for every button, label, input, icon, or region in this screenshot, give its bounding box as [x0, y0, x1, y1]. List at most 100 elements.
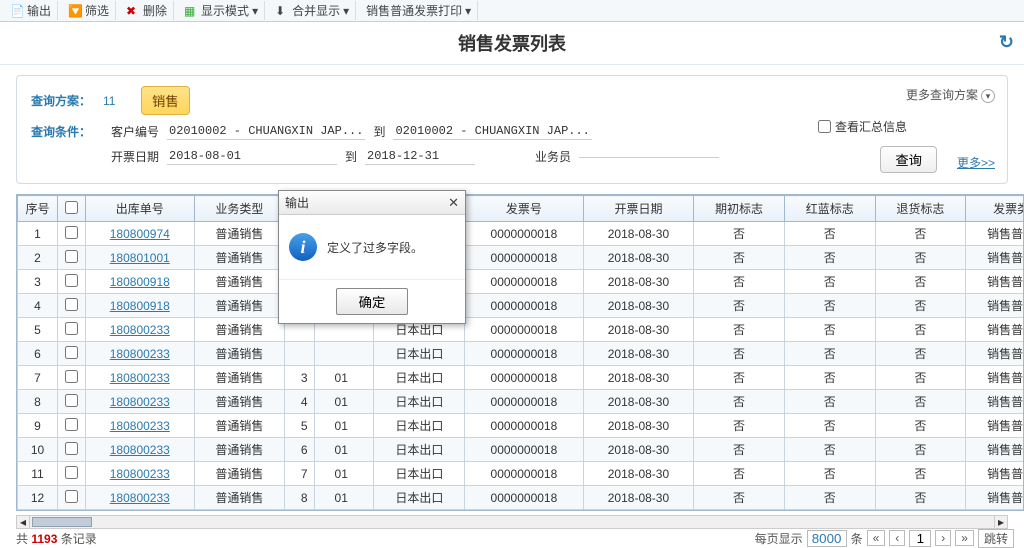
- row-checkbox[interactable]: [65, 226, 78, 239]
- outbound-link[interactable]: 180800233: [110, 419, 170, 433]
- query-cond-label: 查询条件：: [31, 123, 95, 140]
- pager-first[interactable]: «: [867, 530, 886, 546]
- query-plan-label: 查询方案：: [31, 92, 95, 109]
- table-row[interactable]: 1180800974普通销售日本出口00000000182018-08-30否否…: [18, 222, 1024, 246]
- toolbar-export[interactable]: 📄输出: [4, 1, 58, 20]
- message-dialog: 输出 ✕ i 定义了过多字段。 确定: [278, 190, 466, 324]
- summary-label: 查看汇总信息: [835, 118, 907, 135]
- delete-icon: ✖: [126, 4, 140, 18]
- table-row[interactable]: 12180800233普通销售801日本出口00000000182018-08-…: [18, 486, 1024, 510]
- grid-container: 序号出库单号业务类型销售类型发票号开票日期期初标志红蓝标志退货标志发票类 118…: [16, 194, 1024, 511]
- toolbar-display-mode[interactable]: ▦显示模式 ▾: [178, 1, 265, 20]
- query-button[interactable]: 查询: [880, 146, 937, 173]
- col-header[interactable]: 出库单号: [86, 196, 195, 222]
- rows-per-page-input[interactable]: [807, 530, 847, 547]
- pager-jump[interactable]: 跳转: [978, 529, 1014, 548]
- table-row[interactable]: 10180800233普通销售601日本出口00000000182018-08-…: [18, 438, 1024, 462]
- row-checkbox[interactable]: [65, 418, 78, 431]
- row-checkbox[interactable]: [65, 466, 78, 479]
- col-header[interactable]: 发票类: [966, 196, 1024, 222]
- table-row[interactable]: 5180800233普通销售日本出口00000000182018-08-30否否…: [18, 318, 1024, 342]
- scroll-left-icon[interactable]: ◂: [17, 515, 30, 529]
- outbound-link[interactable]: 180800233: [110, 395, 170, 409]
- table-row[interactable]: 4180800918普通销售日本出口00000000182018-08-30否否…: [18, 294, 1024, 318]
- outbound-link[interactable]: 180800233: [110, 323, 170, 337]
- dialog-message: 定义了过多字段。: [327, 239, 423, 256]
- outbound-link[interactable]: 180800233: [110, 443, 170, 457]
- h-scrollbar[interactable]: ◂ ▸: [16, 515, 1008, 529]
- col-header[interactable]: 期初标志: [694, 196, 785, 222]
- col-header[interactable]: 业务类型: [194, 196, 285, 222]
- outbound-link[interactable]: 180800233: [110, 467, 170, 481]
- total-count: 1193: [31, 532, 57, 546]
- col-header[interactable]: 发票号: [465, 196, 584, 222]
- to-label-2: 到: [345, 148, 357, 165]
- table-row[interactable]: 9180800233普通销售501日本出口00000000182018-08-3…: [18, 414, 1024, 438]
- col-header[interactable]: 开票日期: [583, 196, 694, 222]
- outbound-link[interactable]: 180800233: [110, 491, 170, 505]
- refresh-icon[interactable]: ↻: [999, 32, 1014, 53]
- toolbar-delete[interactable]: ✖删除: [120, 1, 174, 20]
- col-header[interactable]: 序号: [18, 196, 58, 222]
- table-row[interactable]: 11180800233普通销售701日本出口00000000182018-08-…: [18, 462, 1024, 486]
- table-row[interactable]: 2180801001普通销售日本出口00000000182018-08-30否否…: [18, 246, 1024, 270]
- to-label-1: 到: [373, 123, 385, 140]
- col-header[interactable]: 红蓝标志: [784, 196, 875, 222]
- toolbar-merge[interactable]: ⬇合并显示 ▾: [269, 1, 356, 20]
- pager-last[interactable]: »: [955, 530, 974, 546]
- cust-to-input[interactable]: 02010002 - CHUANGXIN JAP...: [393, 123, 591, 140]
- pager-next[interactable]: ›: [935, 530, 951, 546]
- export-icon: 📄: [10, 4, 24, 18]
- dialog-title-text: 输出: [285, 194, 309, 211]
- query-panel: 查询方案： 11 销售 更多查询方案▾ 查询条件： 客户编号 02010002 …: [16, 75, 1008, 184]
- table-row[interactable]: 7180800233普通销售301日本出口00000000182018-08-3…: [18, 366, 1024, 390]
- display-icon: ▦: [184, 4, 198, 18]
- filter-icon: 🔽: [68, 4, 82, 18]
- cust-from-input[interactable]: 02010002 - CHUANGXIN JAP...: [167, 123, 365, 140]
- page-title: 销售发票列表 ↻: [0, 22, 1024, 65]
- row-checkbox[interactable]: [65, 322, 78, 335]
- more-link[interactable]: 更多>>: [957, 154, 995, 171]
- date-from-input[interactable]: 2018-08-01: [167, 148, 337, 165]
- table-row[interactable]: 8180800233普通销售401日本出口00000000182018-08-3…: [18, 390, 1024, 414]
- row-checkbox[interactable]: [65, 250, 78, 263]
- sales-rep-input[interactable]: [579, 155, 719, 158]
- toolbar-print[interactable]: 销售普通发票打印 ▾: [360, 1, 478, 20]
- pager: 每页显示 条 « ‹ › » 跳转: [755, 529, 1014, 548]
- outbound-link[interactable]: 180801001: [110, 251, 170, 265]
- outbound-link[interactable]: 180800233: [110, 347, 170, 361]
- scroll-thumb[interactable]: [32, 517, 92, 527]
- dialog-ok-button[interactable]: 确定: [336, 288, 409, 315]
- chevron-down-icon: ▾: [981, 89, 995, 103]
- pager-prev[interactable]: ‹: [889, 530, 905, 546]
- col-header[interactable]: 退货标志: [875, 196, 966, 222]
- row-checkbox[interactable]: [65, 298, 78, 311]
- row-checkbox[interactable]: [65, 442, 78, 455]
- select-all-checkbox[interactable]: [65, 201, 78, 214]
- scroll-right-icon[interactable]: ▸: [994, 515, 1007, 529]
- merge-icon: ⬇: [275, 4, 289, 18]
- row-checkbox[interactable]: [65, 490, 78, 503]
- summary-checkbox[interactable]: [818, 120, 831, 133]
- outbound-link[interactable]: 180800233: [110, 371, 170, 385]
- toolbar: 📄输出 🔽筛选 ✖删除 ▦显示模式 ▾ ⬇合并显示 ▾ 销售普通发票打印 ▾: [0, 0, 1024, 22]
- dialog-close-icon[interactable]: ✕: [448, 195, 459, 211]
- page-current-input[interactable]: [909, 530, 931, 547]
- table-row[interactable]: 6180800233普通销售日本出口00000000182018-08-30否否…: [18, 342, 1024, 366]
- row-checkbox[interactable]: [65, 274, 78, 287]
- date-to-input[interactable]: 2018-12-31: [365, 148, 475, 165]
- sales-plan-button[interactable]: 销售: [141, 86, 190, 115]
- row-checkbox[interactable]: [65, 370, 78, 383]
- outbound-link[interactable]: 180800918: [110, 299, 170, 313]
- status-bar: 共 1193 条记录 每页显示 条 « ‹ › » 跳转: [16, 529, 1024, 547]
- col-header[interactable]: [58, 196, 86, 222]
- table-row[interactable]: 3180800918普通销售日本出口00000000182018-08-30否否…: [18, 270, 1024, 294]
- outbound-link[interactable]: 180800918: [110, 275, 170, 289]
- info-icon: i: [289, 233, 317, 261]
- more-plans-link[interactable]: 更多查询方案▾: [906, 86, 995, 103]
- row-checkbox[interactable]: [65, 346, 78, 359]
- row-checkbox[interactable]: [65, 394, 78, 407]
- outbound-link[interactable]: 180800974: [110, 227, 170, 241]
- toolbar-filter[interactable]: 🔽筛选: [62, 1, 116, 20]
- invoice-date-label: 开票日期: [103, 148, 159, 165]
